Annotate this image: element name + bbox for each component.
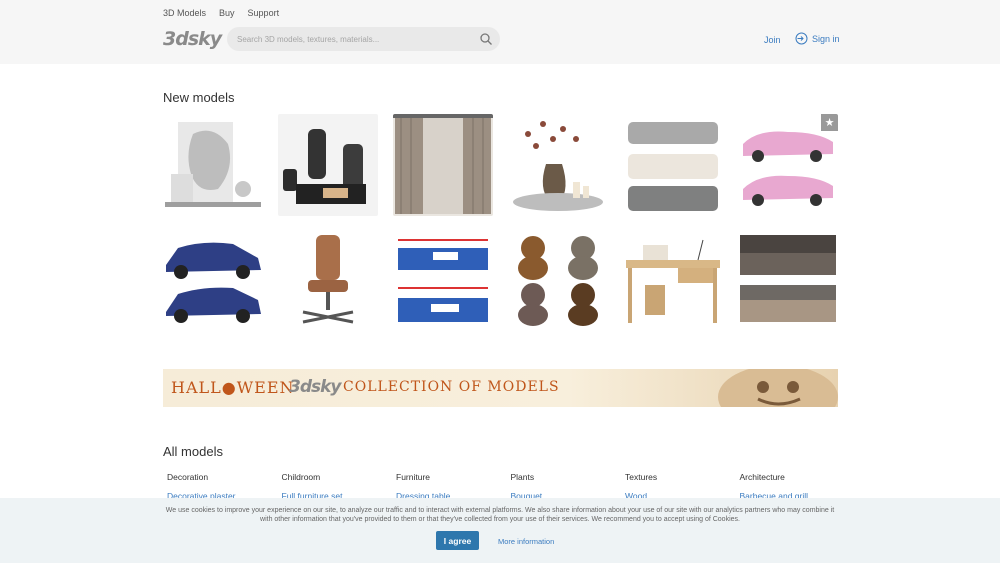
favorite-star-icon[interactable]: ★ <box>821 114 838 131</box>
category-head[interactable]: Textures <box>625 472 740 482</box>
join-link[interactable]: Join <box>764 35 781 45</box>
cookie-banner: We use cookies to improve your experienc… <box>0 498 1000 563</box>
model-tile-pink-vintage-car[interactable]: ★ <box>738 114 838 216</box>
model-tile-vase-with-dry-flowers[interactable] <box>508 114 608 216</box>
halloween-banner[interactable]: HALL●WEEN 3dsky COLLECTION OF MODELS <box>163 369 838 407</box>
agree-button[interactable]: I agree <box>436 531 479 550</box>
banner-logo: 3dsky <box>289 377 342 397</box>
more-information-link[interactable]: More information <box>498 537 554 546</box>
search-icon[interactable] <box>479 32 493 46</box>
model-tile-beds[interactable] <box>738 230 838 332</box>
new-models-grid: ★ <box>163 114 838 332</box>
model-tile-writing-desk-set[interactable] <box>623 230 723 332</box>
category-textures: Textures Wood <box>625 472 740 501</box>
category-columns: Decoration Decorative plaster Childroom Fu… <box>167 472 842 501</box>
model-tile-plush-toys[interactable] <box>508 230 608 332</box>
model-tile-blue-suv[interactable] <box>163 230 263 332</box>
banner-halloween-text: HALL●WEEN <box>171 378 295 397</box>
category-head[interactable]: Childroom <box>282 472 397 482</box>
site-logo[interactable]: 3dsky <box>163 28 222 50</box>
signin-icon <box>795 32 808 45</box>
banner-collection-text: COLLECTION OF MODELS <box>343 379 560 395</box>
signin-link[interactable]: Sign in <box>795 32 840 45</box>
category-head[interactable]: Plants <box>511 472 626 482</box>
search-bar <box>227 27 500 51</box>
signin-label: Sign in <box>812 33 840 44</box>
nav-support[interactable]: Support <box>248 8 280 18</box>
category-furniture: Furniture Dressing table <box>396 472 511 501</box>
top-nav: 3D Models Buy Support <box>163 8 279 18</box>
category-decoration: Decoration Decorative plaster <box>167 472 282 501</box>
category-plants: Plants Bouquet <box>511 472 626 501</box>
pumpkin-face-icon <box>718 369 838 407</box>
category-head[interactable]: Furniture <box>396 472 511 482</box>
nav-buy[interactable]: Buy <box>219 8 235 18</box>
cookie-text: We use cookies to improve your experienc… <box>165 507 835 523</box>
model-tile-curtains[interactable] <box>393 114 493 216</box>
category-childroom: Childroom Full furniture set <box>282 472 397 501</box>
header: 3D Models Buy Support 3dsky Join Sign in <box>0 0 1000 64</box>
model-tile-bathroom-accessories-set[interactable] <box>278 114 378 216</box>
model-tile-boxing-ring[interactable] <box>393 230 493 332</box>
all-models-title: All models <box>163 444 223 459</box>
search-input[interactable] <box>237 31 472 47</box>
category-architecture: Architecture Barbecue and grill <box>740 472 855 501</box>
model-tile-sculpture-decor-set[interactable] <box>163 114 263 216</box>
model-tile-modular-sofa-set[interactable] <box>623 114 723 216</box>
nav-3d-models[interactable]: 3D Models <box>163 8 206 18</box>
model-tile-leather-office-chair[interactable] <box>278 230 378 332</box>
category-head[interactable]: Decoration <box>167 472 282 482</box>
new-models-title: New models <box>163 90 235 105</box>
category-head[interactable]: Architecture <box>740 472 855 482</box>
